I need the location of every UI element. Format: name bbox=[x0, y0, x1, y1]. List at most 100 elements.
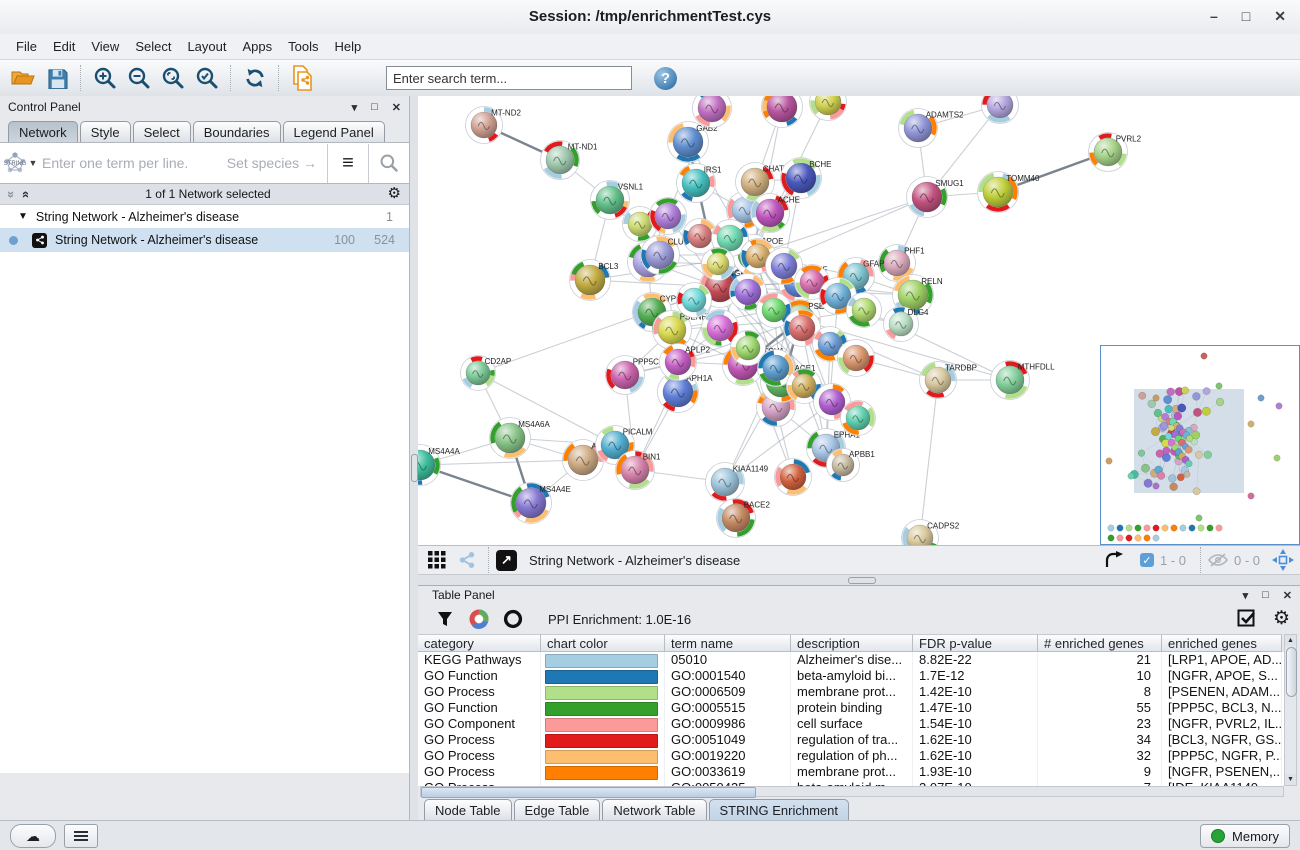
table-row[interactable]: GO ComponentGO:0009986cell surface1.54E-… bbox=[418, 716, 1284, 732]
column-header-enriched-genes[interactable]: enriched genes bbox=[1162, 634, 1282, 652]
network-node-adamts2[interactable]: ADAMTS2 bbox=[899, 109, 965, 148]
table-row[interactable]: GO FunctionGO:0001540beta-amyloid bi...1… bbox=[418, 668, 1284, 684]
help-icon[interactable]: ? bbox=[654, 67, 677, 90]
table-vertical-scrollbar[interactable]: ▲ ▼ bbox=[1284, 634, 1297, 786]
table-divider[interactable] bbox=[418, 575, 1300, 585]
network-node-72[interactable] bbox=[982, 96, 1019, 124]
network-node-kiaa1149[interactable]: KIAA1149 bbox=[706, 463, 769, 502]
network-collection-row[interactable]: ▼ String Network - Alzheimer's disease 1 bbox=[0, 205, 409, 228]
string-search-icon[interactable] bbox=[369, 144, 409, 183]
panel-float-icon[interactable]: □ bbox=[1262, 589, 1269, 601]
scrollbar-thumb[interactable] bbox=[421, 787, 756, 798]
refresh-icon[interactable] bbox=[240, 64, 270, 92]
tab-network-table[interactable]: Network Table bbox=[602, 799, 706, 821]
menu-item-file[interactable]: File bbox=[8, 36, 45, 57]
zoom-in-icon[interactable] bbox=[90, 64, 120, 92]
network-node-cd2ap[interactable]: CD2AP bbox=[461, 356, 512, 391]
memory-button[interactable]: Memory bbox=[1200, 824, 1290, 848]
tree-expand-icon[interactable]: ▼ bbox=[18, 211, 28, 222]
tab-legend-panel[interactable]: Legend Panel bbox=[283, 121, 385, 142]
divider-grip[interactable] bbox=[848, 577, 876, 584]
tab-edge-table[interactable]: Edge Table bbox=[514, 799, 601, 821]
column-header-enriched-genes[interactable]: # enriched genes bbox=[1038, 634, 1162, 652]
select-terms-icon[interactable] bbox=[1237, 609, 1257, 629]
panel-close-icon[interactable]: ✕ bbox=[1283, 589, 1292, 602]
maximize-icon[interactable]: □ bbox=[1242, 7, 1250, 25]
network-node-71[interactable] bbox=[810, 96, 847, 121]
zoom-selected-icon[interactable] bbox=[192, 64, 222, 92]
tab-network[interactable]: Network bbox=[8, 121, 78, 142]
table-row[interactable]: GO ProcessGO:0033619membrane prot...1.93… bbox=[418, 764, 1284, 780]
table-row[interactable]: GO ProcessGO:0051049regulation of tra...… bbox=[418, 732, 1284, 748]
export-network-icon[interactable] bbox=[1102, 548, 1128, 572]
tab-style[interactable]: Style bbox=[80, 121, 131, 142]
panel-menu-icon[interactable]: ▾ bbox=[352, 101, 358, 114]
menu-item-apps[interactable]: Apps bbox=[235, 36, 281, 57]
network-node-bcl3[interactable]: BCL3 bbox=[570, 260, 619, 301]
share-view-icon[interactable] bbox=[454, 548, 480, 572]
close-icon[interactable]: ✕ bbox=[1274, 7, 1286, 25]
network-node-cadps2[interactable]: CADPS2 bbox=[902, 520, 960, 546]
network-row-selected[interactable]: String Network - Alzheimer's disease 100… bbox=[0, 228, 409, 252]
network-node-dlg4[interactable]: DLG4 bbox=[884, 307, 930, 342]
enrichment-chart-icon[interactable] bbox=[466, 607, 492, 631]
menu-item-select[interactable]: Select bbox=[127, 36, 179, 57]
grid-view-icon[interactable] bbox=[424, 548, 450, 572]
scroll-up-icon[interactable]: ▲ bbox=[1285, 635, 1296, 646]
network-node-smug1[interactable]: SMUG1 bbox=[907, 177, 965, 218]
minimize-icon[interactable]: – bbox=[1210, 7, 1218, 25]
gear-icon[interactable]: ⚙ bbox=[388, 187, 401, 201]
table-row[interactable]: GO ProcessGO:0006509membrane prot...1.42… bbox=[418, 684, 1284, 700]
network-node-apbb1[interactable]: APBB1 bbox=[827, 449, 876, 482]
menu-item-edit[interactable]: Edit bbox=[45, 36, 83, 57]
network-canvas[interactable]: MT-ND2MT-ND1VSNL1GAB2ADAMTS2PVRL2TOMM40S… bbox=[418, 96, 1300, 545]
menu-item-view[interactable]: View bbox=[83, 36, 127, 57]
tab-string-enrichment[interactable]: STRING Enrichment bbox=[709, 799, 849, 821]
birds-eye-view[interactable] bbox=[1100, 345, 1300, 545]
menu-item-help[interactable]: Help bbox=[327, 36, 370, 57]
network-node-mt-nd1[interactable]: MT-ND1 bbox=[541, 141, 599, 180]
menu-item-tools[interactable]: Tools bbox=[280, 36, 326, 57]
task-list-button[interactable] bbox=[64, 824, 98, 848]
string-query-input[interactable] bbox=[40, 154, 227, 172]
zoom-fit-icon[interactable] bbox=[158, 64, 188, 92]
remove-chart-icon[interactable] bbox=[500, 607, 526, 631]
network-node-57[interactable] bbox=[847, 293, 882, 328]
fit-compass-icon[interactable] bbox=[1270, 548, 1296, 572]
table-row[interactable]: GO FunctionGO:0005515protein binding1.47… bbox=[418, 700, 1284, 716]
scrollbar-thumb[interactable] bbox=[1286, 647, 1297, 697]
network-node-28[interactable] bbox=[775, 459, 812, 496]
column-header-chart-color[interactable]: chart color bbox=[541, 634, 665, 652]
set-species-label[interactable]: Set species → bbox=[227, 155, 317, 171]
network-node-5[interactable] bbox=[762, 96, 803, 128]
save-session-icon[interactable] bbox=[42, 64, 72, 92]
string-logo-icon[interactable]: STRING ▼ bbox=[0, 151, 40, 175]
column-header-fdr-p-value[interactable]: FDR p-value bbox=[913, 634, 1038, 652]
tab-select[interactable]: Select bbox=[133, 121, 191, 142]
network-node-tomm40[interactable]: TOMM40 bbox=[978, 172, 1040, 213]
panel-close-icon[interactable]: ✕ bbox=[392, 101, 401, 114]
table-horizontal-scrollbar[interactable] bbox=[420, 786, 1284, 797]
network-node-ms4a4a[interactable]: MS4A4A bbox=[418, 445, 460, 486]
column-header-term-name[interactable]: term name bbox=[665, 634, 791, 652]
open-file-icon[interactable] bbox=[8, 64, 38, 92]
open-in-new-window-icon[interactable]: ↗ bbox=[496, 550, 517, 571]
search-input[interactable] bbox=[386, 66, 632, 90]
table-row[interactable]: KEGG Pathways05010Alzheimer's dise...8.8… bbox=[418, 652, 1284, 668]
panel-menu-icon[interactable]: ▾ bbox=[1243, 589, 1249, 602]
column-header-category[interactable]: category bbox=[418, 634, 541, 652]
network-node-ms4a4e[interactable]: MS4A4E bbox=[511, 483, 571, 524]
scroll-down-icon[interactable]: ▼ bbox=[1285, 774, 1296, 785]
network-node-ppp5c[interactable]: PPP5C bbox=[606, 356, 660, 395]
network-node-bace2[interactable]: BACE2 bbox=[717, 499, 771, 538]
network-node-70[interactable] bbox=[841, 401, 876, 436]
menu-item-layout[interactable]: Layout bbox=[179, 36, 234, 57]
network-node-pvrl2[interactable]: PVRL2 bbox=[1089, 133, 1142, 172]
network-node-bin1[interactable]: BIN1 bbox=[616, 451, 662, 490]
tab-boundaries[interactable]: Boundaries bbox=[193, 121, 281, 142]
network-node-ms4a6a[interactable]: MS4A6A bbox=[490, 418, 551, 459]
network-node-50[interactable] bbox=[650, 198, 687, 235]
network-node-clu[interactable]: CLU bbox=[641, 236, 684, 275]
column-header-description[interactable]: description bbox=[791, 634, 913, 652]
tab-node-table[interactable]: Node Table bbox=[424, 799, 512, 821]
